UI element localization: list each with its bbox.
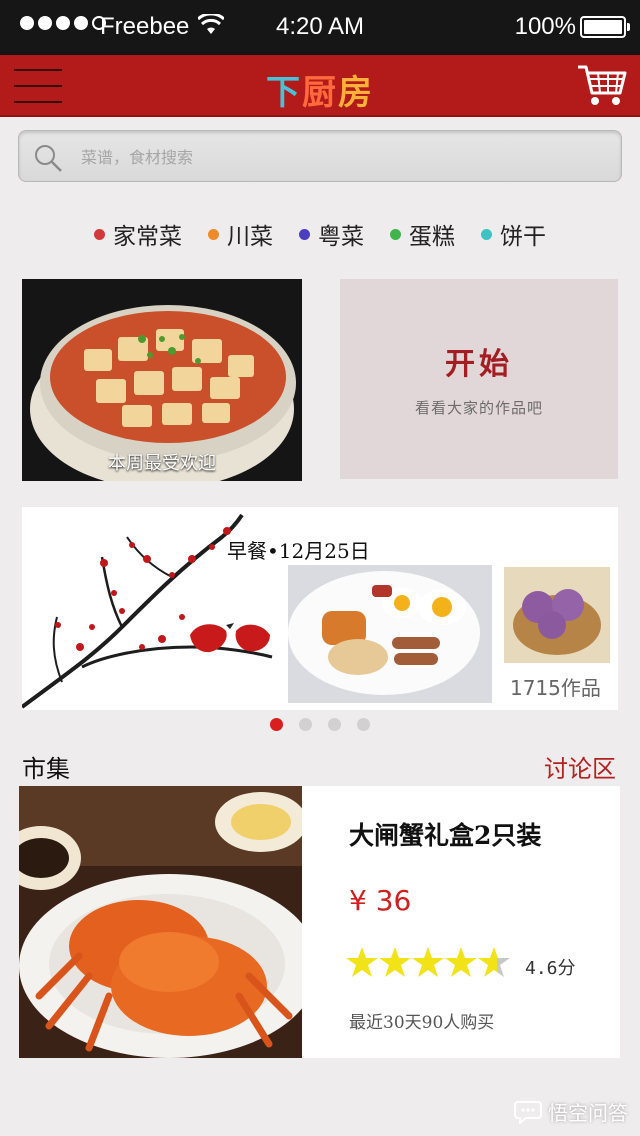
category-cake[interactable]: 蛋糕: [390, 214, 455, 254]
market-section-title: 市集: [22, 755, 70, 783]
logo-char-1: 下: [266, 73, 302, 113]
carousel-dot-3[interactable]: [328, 718, 341, 731]
category-homestyle[interactable]: 家常菜: [94, 214, 182, 254]
product-price: ¥ 36: [349, 884, 412, 917]
search-bar[interactable]: [18, 130, 622, 182]
category-label: 饼干: [500, 224, 546, 250]
watermark-text: 悟空问答: [548, 1101, 628, 1125]
bullet-icon: [390, 228, 401, 240]
start-tile[interactable]: 开始 看看大家的作品吧: [340, 279, 618, 479]
logo-char-3: 房: [338, 73, 374, 113]
shopping-cart-icon[interactable]: [576, 61, 628, 109]
weekly-popular-tile[interactable]: 本周最受欢迎: [22, 279, 302, 481]
start-title: 开始: [445, 347, 513, 382]
product-name: 大闸蟹礼盒2只装: [349, 821, 542, 850]
app-header: 下厨房: [0, 55, 640, 117]
watermark: 悟空问答: [514, 1097, 628, 1126]
recent-sales: 最近30天90人购买: [349, 1013, 495, 1033]
search-input[interactable]: [81, 143, 601, 171]
app-logo: 下厨房: [0, 65, 640, 114]
featured-caption: 本周最受欢迎: [108, 453, 216, 474]
carousel-dot-4[interactable]: [357, 718, 370, 731]
bullet-icon: [299, 228, 310, 240]
category-label: 家常菜: [113, 224, 182, 250]
forum-link[interactable]: 讨论区: [544, 749, 616, 784]
category-label: 粤菜: [318, 224, 364, 250]
bullet-icon: [208, 228, 219, 240]
carousel-dot-2[interactable]: [299, 718, 312, 731]
category-cantonese[interactable]: 粤菜: [299, 214, 364, 254]
banner-works-count: 1715作品: [510, 676, 601, 700]
status-bar: Freebee 4:20 AM 100%: [0, 0, 640, 55]
chat-bubble-icon: [514, 1100, 542, 1124]
star-icon: [346, 947, 378, 977]
star-icon: [379, 947, 411, 977]
category-label: 蛋糕: [409, 224, 455, 250]
carousel-indicator: [0, 718, 640, 731]
rating-value: 4.6分: [525, 958, 576, 979]
crab-photo: [19, 786, 302, 1058]
star-icon: [412, 947, 444, 977]
battery-percentage: 100%: [514, 13, 576, 40]
battery-icon: [580, 16, 630, 38]
bullet-icon: [481, 228, 492, 240]
bullet-icon: [94, 228, 105, 240]
star-rating-icon: [346, 947, 510, 977]
carousel-dot-1[interactable]: [270, 718, 283, 731]
banner-date: 早餐•12月25日: [227, 539, 370, 563]
search-icon: [35, 145, 62, 172]
category-sichuan[interactable]: 川菜: [208, 214, 273, 254]
category-label: 川菜: [227, 224, 273, 250]
rating-stars: [345, 946, 515, 980]
breakfast-banner[interactable]: 早餐•12月25日 1715作品: [22, 507, 618, 710]
star-icon: [445, 947, 477, 977]
star-icon: [478, 947, 510, 977]
category-list: 家常菜 川菜 粤菜 蛋糕 饼干: [0, 214, 640, 254]
start-subtitle: 看看大家的作品吧: [414, 399, 543, 417]
product-card[interactable]: 大闸蟹礼盒2只装 ¥ 36 4.6分 最近30天90人购买: [19, 786, 620, 1058]
category-biscuit[interactable]: 饼干: [481, 214, 546, 254]
logo-char-2: 厨: [302, 73, 338, 113]
